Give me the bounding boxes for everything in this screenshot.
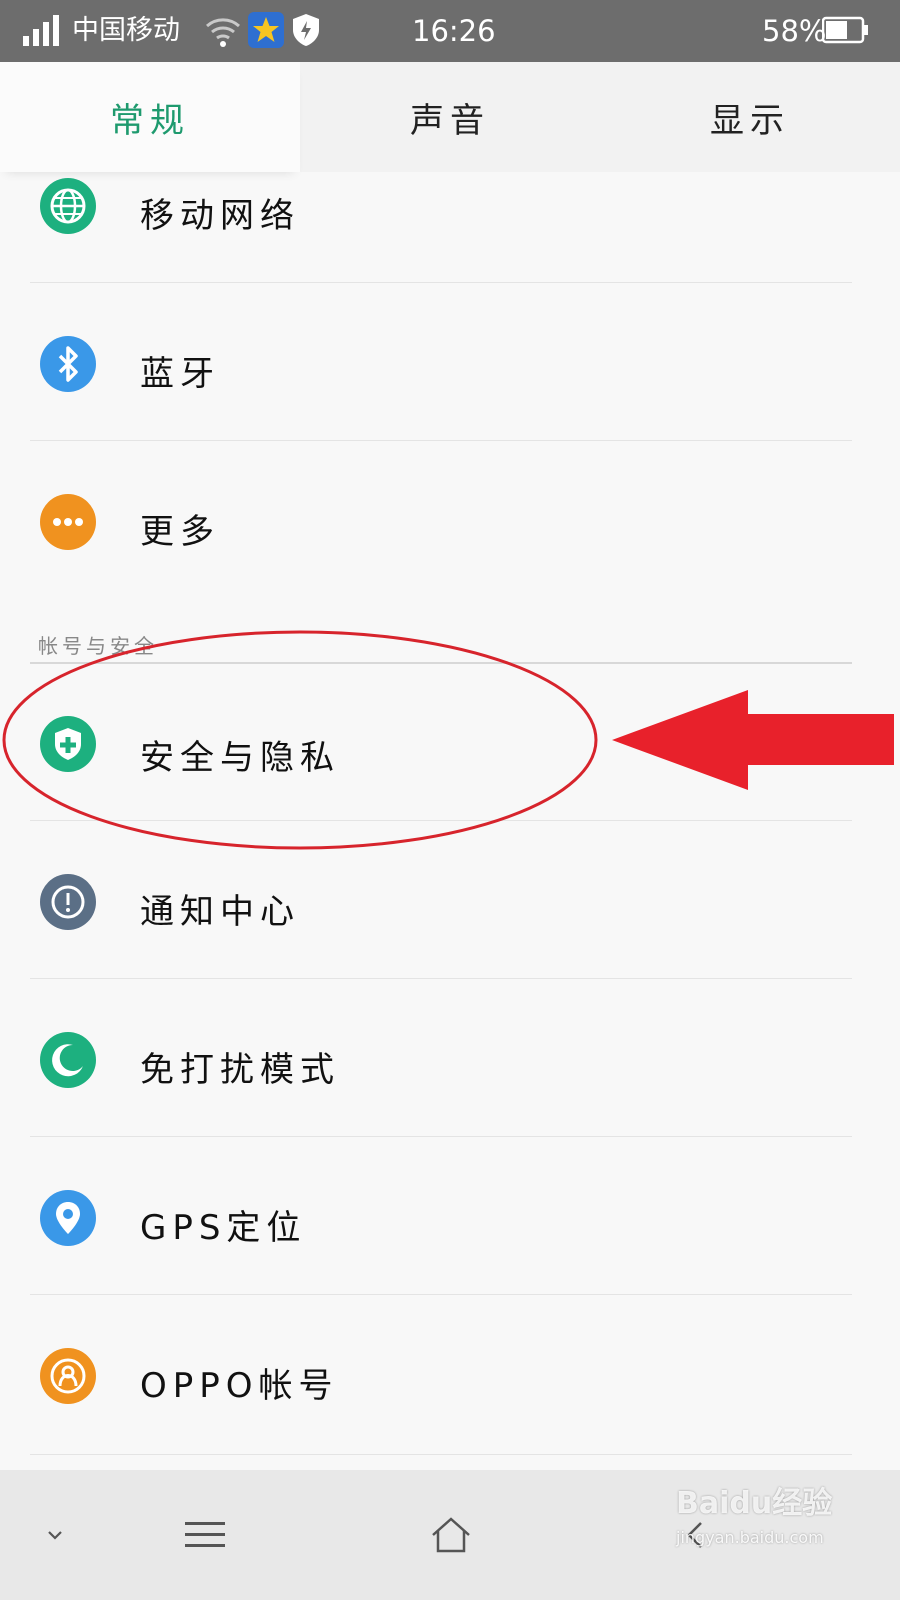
item-label: 更多 (140, 512, 220, 552)
bluetooth-icon (40, 336, 96, 392)
list-item-gps[interactable]: GPS定位 (0, 1138, 900, 1296)
security-shield-icon (293, 14, 319, 46)
item-label: 蓝牙 (140, 354, 220, 394)
list-item-bluetooth[interactable]: 蓝牙 (0, 288, 900, 446)
divider (30, 1136, 852, 1137)
watermark-logo: Baidu经验 (676, 1486, 833, 1521)
list-item-mobile-network[interactable]: 移动网络 (0, 130, 900, 288)
item-label: OPPO帐号 (140, 1366, 339, 1406)
divider (30, 1294, 852, 1295)
more-dots-icon (40, 494, 96, 550)
signal-icon (23, 15, 59, 46)
star-app-icon (248, 12, 284, 48)
exclamation-icon (40, 874, 96, 930)
list-item-more[interactable]: 更多 (0, 446, 900, 604)
list-item-notification-center[interactable]: 通知中心 (0, 822, 900, 980)
list-item-security-privacy[interactable]: 安全与隐私 (0, 664, 900, 822)
item-label: GPS定位 (140, 1208, 307, 1248)
watermark-url: jingyan.baidu.com (676, 1528, 824, 1547)
battery-icon (822, 16, 868, 44)
home-icon[interactable] (396, 1470, 506, 1600)
divider (30, 282, 852, 283)
divider (30, 440, 852, 441)
divider (30, 1454, 852, 1455)
carrier-name: 中国移动 (72, 15, 180, 46)
globe-icon (40, 178, 96, 234)
item-label: 通知中心 (140, 892, 300, 932)
divider (30, 820, 852, 821)
user-icon (40, 1348, 96, 1404)
section-header-account-security: 帐号与安全 (38, 634, 158, 658)
menu-icon[interactable] (150, 1470, 260, 1600)
shield-plus-icon (40, 716, 96, 772)
location-pin-icon (40, 1190, 96, 1246)
moon-icon (40, 1032, 96, 1088)
list-item-do-not-disturb[interactable]: 免打扰模式 (0, 980, 900, 1138)
divider (30, 978, 852, 979)
wifi-icon (206, 18, 240, 47)
item-label: 安全与隐私 (140, 738, 340, 778)
item-label: 免打扰模式 (140, 1050, 340, 1090)
status-bar: 中国移动 16:26 58% (0, 0, 900, 62)
list-item-oppo-account[interactable]: OPPO帐号 (0, 1296, 900, 1454)
clock: 16:26 (412, 14, 496, 48)
battery-percent: 58% (762, 14, 827, 48)
chevron-down-icon[interactable] (0, 1470, 110, 1600)
item-label: 移动网络 (140, 196, 300, 236)
